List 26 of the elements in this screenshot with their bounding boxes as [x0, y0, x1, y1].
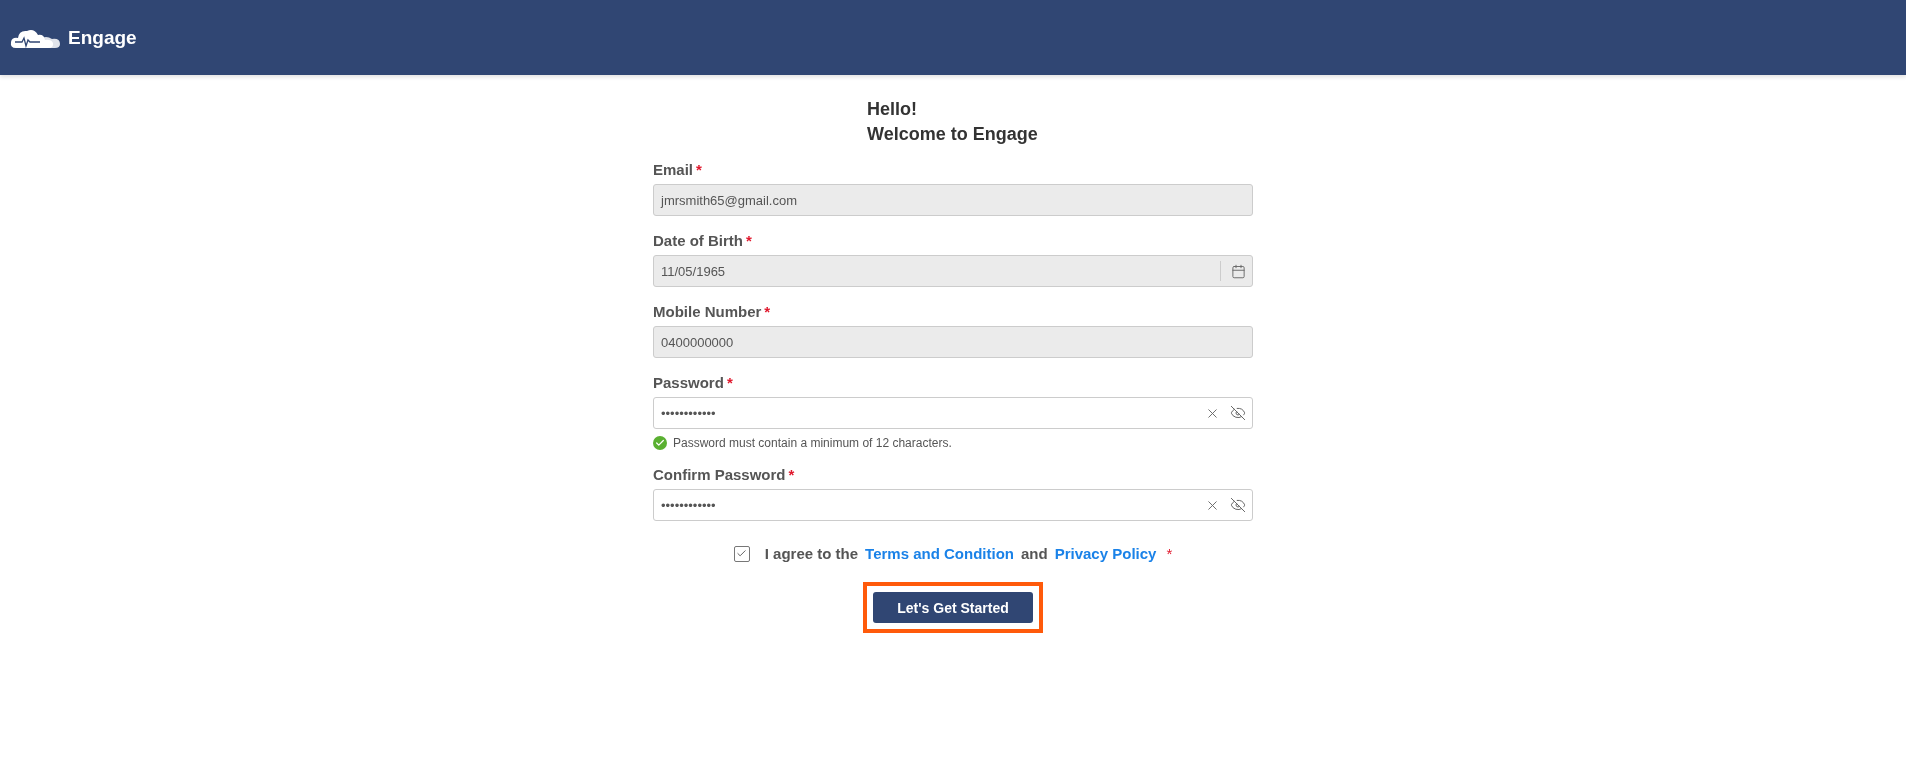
required-mark: *	[1166, 545, 1173, 562]
field-label: Date of Birth	[653, 232, 743, 249]
agree-checkbox[interactable]	[733, 545, 750, 562]
input-field[interactable]: ••••••••••••	[653, 397, 1253, 429]
field-label: Mobile Number	[653, 303, 762, 320]
get-started-button[interactable]: Let's Get Started	[873, 592, 1033, 623]
privacy-link[interactable]: Privacy Policy	[1054, 545, 1157, 562]
welcome-title: Welcome to Engage	[867, 123, 1039, 146]
field-label: Confirm Password	[653, 466, 786, 483]
terms-link[interactable]: Terms and Condition	[865, 545, 1014, 562]
eye-off-icon[interactable]	[1230, 497, 1246, 513]
required-mark: *	[696, 161, 702, 178]
greeting-title: Hello!	[867, 98, 918, 121]
agree-text: and	[1021, 545, 1048, 562]
required-mark: *	[764, 303, 771, 320]
password-hint: Password must contain a minimum of 12 characters.	[673, 436, 952, 450]
agree-text: I agree to the	[764, 545, 859, 562]
required-mark: *	[726, 374, 733, 391]
field-label: Password	[653, 374, 724, 391]
required-mark: *	[746, 232, 752, 249]
brand-name: Engage	[68, 26, 137, 49]
check-icon	[736, 548, 748, 559]
input-field[interactable]: ••••••••••••	[653, 489, 1253, 521]
required-mark: *	[788, 466, 795, 483]
field-label: Email	[653, 161, 694, 178]
eye-off-icon[interactable]	[1230, 405, 1246, 421]
